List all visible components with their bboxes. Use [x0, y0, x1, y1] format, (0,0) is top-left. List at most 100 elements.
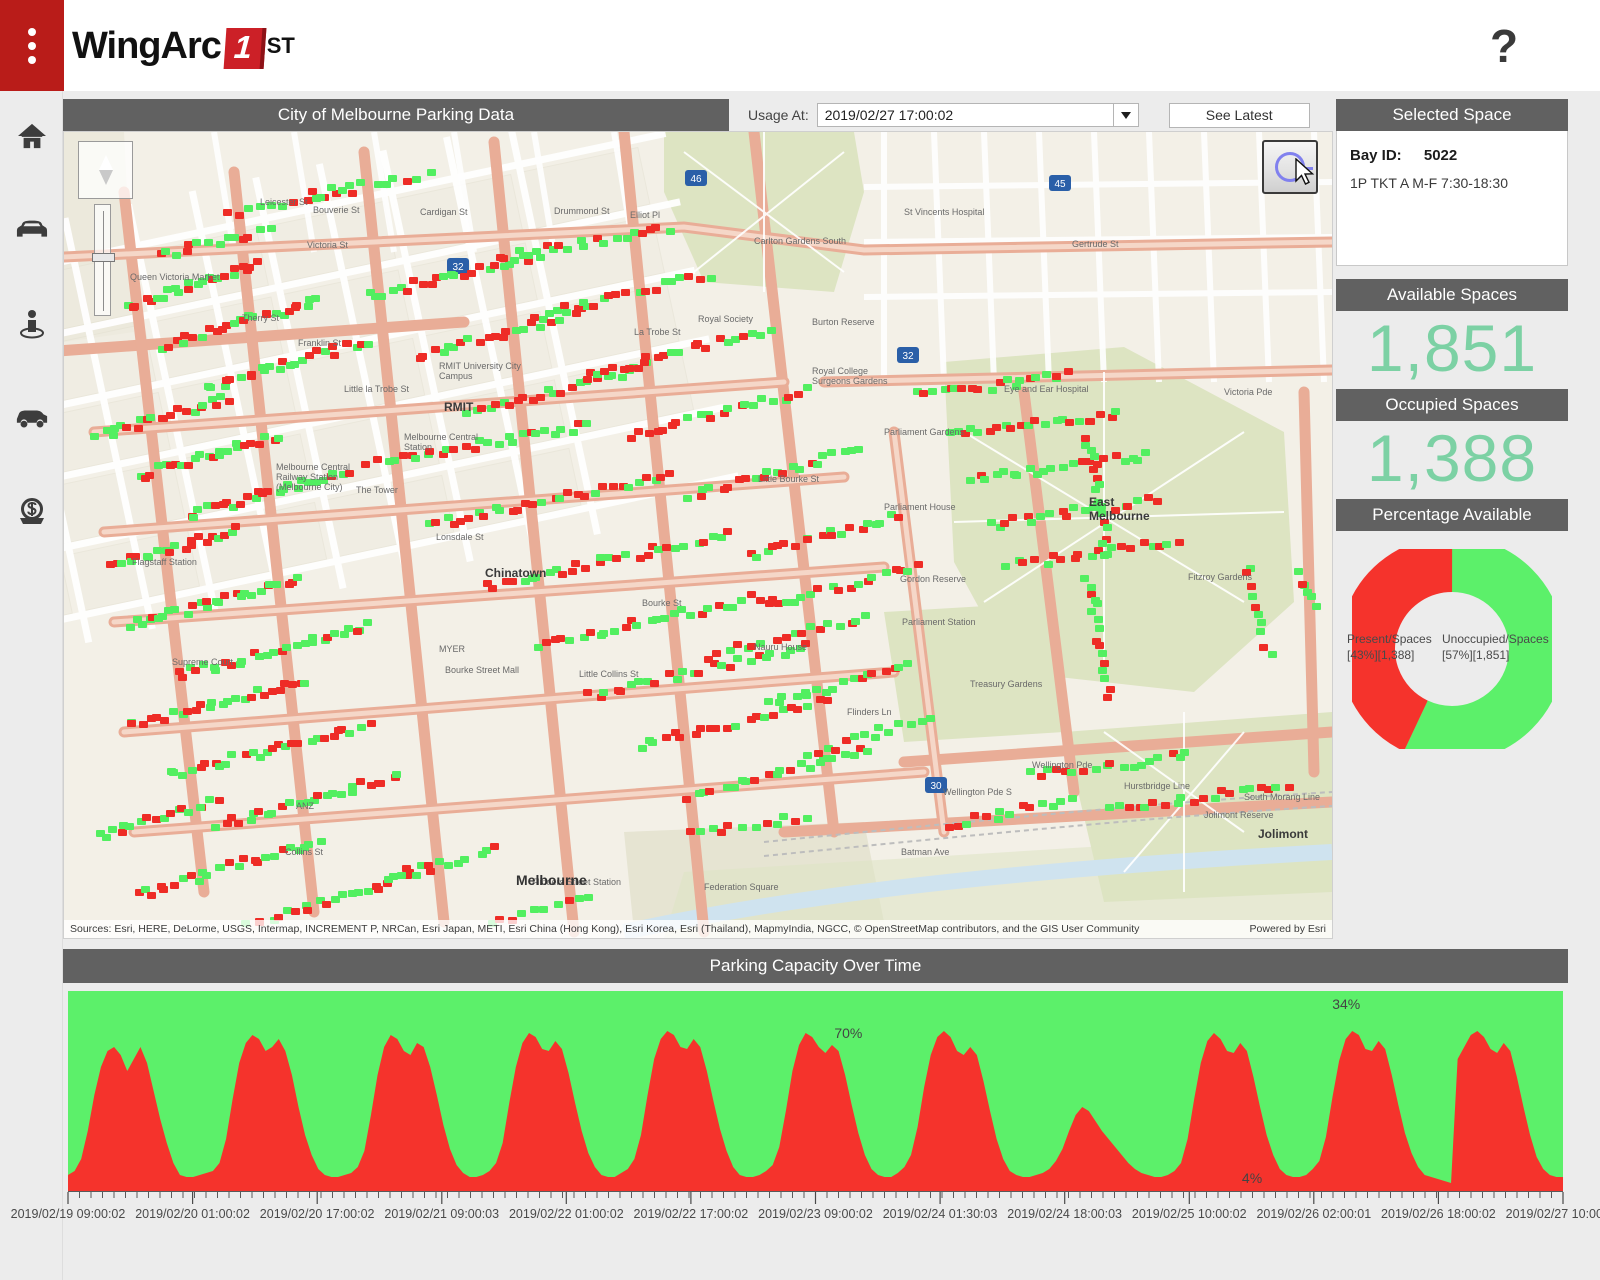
parking-bay-marker[interactable] [247, 694, 256, 701]
parking-bay-marker[interactable] [973, 429, 982, 436]
parking-bay-marker[interactable] [1180, 749, 1189, 756]
see-latest-button[interactable]: See Latest [1168, 102, 1310, 128]
parking-bay-marker[interactable] [1117, 543, 1126, 550]
parking-bay-marker[interactable] [1095, 642, 1104, 649]
parking-bay-marker[interactable] [926, 715, 935, 722]
parking-bay-marker[interactable] [662, 544, 671, 551]
parking-bay-marker[interactable] [1190, 799, 1199, 806]
parking-bay-marker[interactable] [524, 258, 533, 265]
parking-bay-marker[interactable] [851, 618, 860, 625]
parking-bay-marker[interactable] [1095, 625, 1104, 632]
parking-bay-marker[interactable] [427, 169, 436, 176]
parking-bay-marker[interactable] [580, 493, 589, 500]
parking-bay-marker[interactable] [733, 655, 742, 662]
parking-bay-marker[interactable] [782, 634, 791, 641]
capacity-chart-area[interactable]: 70% 34% 4% [63, 991, 1568, 1191]
parking-bay-marker[interactable] [1100, 660, 1109, 667]
parking-bay-marker[interactable] [532, 248, 541, 255]
parking-bay-marker[interactable] [184, 462, 193, 469]
parking-bay-marker[interactable] [684, 273, 693, 280]
parking-bay-marker[interactable] [272, 581, 281, 588]
parking-bay-marker[interactable] [495, 441, 504, 448]
parking-bay-marker[interactable] [756, 597, 765, 604]
parking-bay-marker[interactable] [348, 789, 357, 796]
parking-bay-marker[interactable] [304, 303, 313, 310]
parking-bay-marker[interactable] [510, 257, 519, 264]
parking-bay-marker[interactable] [1107, 544, 1116, 551]
parking-bay-marker[interactable] [867, 574, 876, 581]
parking-bay-marker[interactable] [686, 612, 695, 619]
parking-bay-marker[interactable] [354, 889, 363, 896]
parking-bay-marker[interactable] [1161, 802, 1170, 809]
parking-bay-marker[interactable] [239, 855, 248, 862]
parking-bay-marker[interactable] [828, 686, 837, 693]
parking-bay-marker[interactable] [169, 769, 178, 776]
parking-bay-marker[interactable] [1162, 541, 1171, 548]
parking-bay-marker[interactable] [293, 574, 302, 581]
parking-bay-marker[interactable] [642, 474, 651, 481]
parking-bay-marker[interactable] [449, 272, 458, 279]
parking-bay-marker[interactable] [216, 864, 225, 871]
parking-bay-marker[interactable] [1176, 794, 1185, 801]
parking-bay-marker[interactable] [202, 598, 211, 605]
parking-bay-marker[interactable] [674, 349, 683, 356]
parking-bay-marker[interactable] [1081, 435, 1090, 442]
parking-bay-marker[interactable] [409, 277, 418, 284]
parking-bay-marker[interactable] [244, 205, 253, 212]
parking-bay-marker[interactable] [738, 824, 747, 831]
parking-bay-marker[interactable] [173, 405, 182, 412]
parking-bay-marker[interactable] [327, 184, 336, 191]
parking-bay-marker[interactable] [797, 630, 806, 637]
parking-bay-marker[interactable] [634, 365, 643, 372]
parking-bay-marker[interactable] [1108, 414, 1117, 421]
parking-bay-marker[interactable] [269, 649, 278, 656]
parking-bay-marker[interactable] [599, 630, 608, 637]
parking-bay-marker[interactable] [894, 720, 903, 727]
parking-bay-marker[interactable] [267, 225, 276, 232]
parking-bay-marker[interactable] [412, 176, 421, 183]
parking-bay-marker[interactable] [850, 752, 859, 759]
parking-bay-marker[interactable] [220, 273, 229, 280]
parking-bay-marker[interactable] [308, 634, 317, 641]
parking-bay-marker[interactable] [364, 341, 373, 348]
parking-bay-marker[interactable] [957, 385, 966, 392]
parking-bay-marker[interactable] [221, 383, 230, 390]
parking-bay-marker[interactable] [823, 697, 832, 704]
parking-bay-marker[interactable] [316, 194, 325, 201]
parking-bay-marker[interactable] [1091, 486, 1100, 493]
parking-bay-marker[interactable] [813, 461, 822, 468]
parking-bay-marker[interactable] [377, 293, 386, 300]
parking-bay-marker[interactable] [539, 906, 548, 913]
parking-bay-marker[interactable] [919, 390, 928, 397]
parking-bay-marker[interactable] [775, 699, 784, 706]
parking-bay-marker[interactable] [563, 489, 572, 496]
parking-bay-marker[interactable] [618, 374, 627, 381]
parking-bay-marker[interactable] [556, 390, 565, 397]
parking-bay-marker[interactable] [337, 791, 346, 798]
parking-bay-marker[interactable] [428, 281, 437, 288]
parking-bay-marker[interactable] [839, 678, 848, 685]
parking-bay-marker[interactable] [1056, 556, 1065, 563]
parking-bay-marker[interactable] [214, 599, 223, 606]
parking-bay-marker[interactable] [749, 402, 758, 409]
parking-bay-marker[interactable] [109, 432, 118, 439]
parking-bay-marker[interactable] [704, 656, 713, 663]
parking-bay-marker[interactable] [402, 865, 411, 872]
parking-bay-marker[interactable] [243, 493, 252, 500]
parking-bay-marker[interactable] [1012, 472, 1021, 479]
parking-bay-marker[interactable] [705, 788, 714, 795]
parking-bay-marker[interactable] [610, 628, 619, 635]
parking-bay-marker[interactable] [752, 824, 761, 831]
parking-bay-marker[interactable] [666, 228, 675, 235]
parking-bay-marker[interactable] [752, 554, 761, 561]
parking-bay-marker[interactable] [980, 476, 989, 483]
parking-bay-marker[interactable] [1298, 581, 1307, 588]
parking-bay-marker[interactable] [388, 175, 397, 182]
parking-bay-marker[interactable] [737, 597, 746, 604]
parking-bay-marker[interactable] [1089, 466, 1098, 473]
parking-bay-marker[interactable] [536, 394, 545, 401]
parking-bay-marker[interactable] [1090, 453, 1099, 460]
parking-bay-marker[interactable] [519, 326, 528, 333]
parking-bay-marker[interactable] [223, 448, 232, 455]
parking-bay-marker[interactable] [311, 295, 320, 302]
